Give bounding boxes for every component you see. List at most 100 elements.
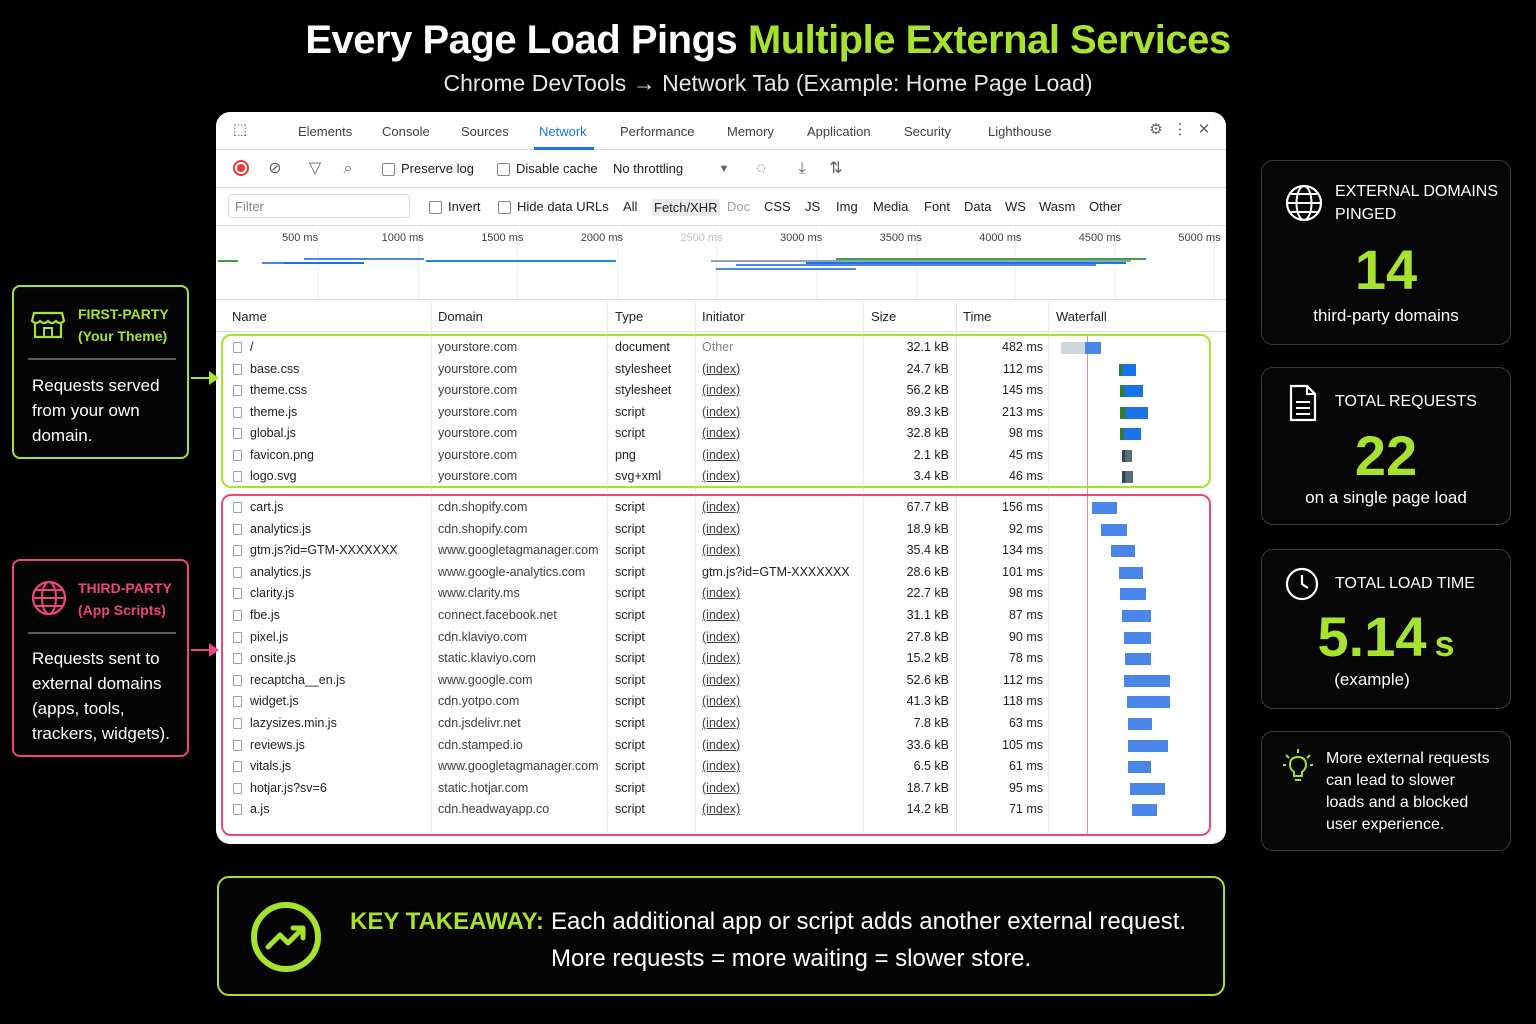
request-row[interactable]: pixel.js cdn.klaviyo.com script (index) 27.8… — [216, 627, 1226, 649]
request-row[interactable]: logo.svg yourstore.com svg+xml (index) 3.4 k… — [216, 466, 1226, 488]
request-row[interactable]: favicon.png yourstore.com png (index) 2.1 kB… — [216, 445, 1226, 467]
filter-type-wasm[interactable]: Wasm — [1039, 199, 1075, 214]
column-type[interactable]: Type — [615, 309, 643, 324]
clear-icon[interactable]: ⊘ — [265, 159, 285, 179]
request-initiator[interactable]: (index) — [702, 608, 740, 622]
request-row[interactable]: clarity.js www.clarity.ms script (index) 22.… — [216, 583, 1226, 605]
record-button[interactable] — [233, 160, 249, 176]
request-row[interactable]: hotjar.js?sv=6 static.hotjar.com script (in… — [216, 778, 1226, 800]
request-row[interactable]: analytics.js www.google-analytics.com scri… — [216, 562, 1226, 584]
request-row[interactable]: theme.js yourstore.com script (index) 89.3 k… — [216, 402, 1226, 424]
request-initiator[interactable]: (index) — [702, 500, 740, 514]
request-row[interactable]: global.js yourstore.com script (index) 32.8 … — [216, 423, 1226, 445]
tab-application[interactable]: Application — [807, 124, 871, 139]
request-row[interactable]: recaptcha__en.js www.google.com script (ind… — [216, 670, 1226, 692]
waterfall-bar — [1123, 631, 1151, 644]
request-row[interactable]: gtm.js?id=GTM-XXXXXXX www.googletagmanage… — [216, 540, 1226, 562]
request-row[interactable]: a.js cdn.headwayapp.co script (index) 14.2 k… — [216, 799, 1226, 821]
request-initiator[interactable]: (index) — [702, 383, 740, 397]
request-initiator[interactable]: (index) — [702, 673, 740, 687]
filter-type-all[interactable]: All — [623, 199, 637, 214]
request-initiator[interactable]: (index) — [702, 469, 740, 483]
inspect-element-icon[interactable]: ⬚ — [230, 120, 250, 140]
request-initiator[interactable]: (index) — [702, 405, 740, 419]
column-waterfall[interactable]: Waterfall — [1056, 309, 1107, 324]
invert-checkbox[interactable] — [429, 201, 442, 214]
filter-input[interactable] — [228, 194, 410, 218]
request-row[interactable]: analytics.js cdn.shopify.com script (index)… — [216, 519, 1226, 541]
tab-console[interactable]: Console — [382, 124, 430, 139]
timeline-tick-label: 4500 ms — [1078, 232, 1121, 244]
throttling-select[interactable]: No throttling — [613, 161, 683, 176]
column-name[interactable]: Name — [232, 309, 267, 324]
request-initiator[interactable]: (index) — [702, 759, 740, 773]
file-icon — [233, 523, 242, 535]
request-initiator[interactable]: (index) — [702, 716, 740, 730]
column-domain[interactable]: Domain — [438, 309, 483, 324]
network-conditions-icon[interactable]: ◌ — [751, 159, 771, 179]
request-initiator[interactable]: (index) — [702, 781, 740, 795]
chevron-down-icon[interactable]: ▼ — [714, 159, 734, 179]
request-initiator[interactable]: (index) — [702, 522, 740, 536]
request-row[interactable]: theme.css yourstore.com stylesheet (index) 5… — [216, 380, 1226, 402]
request-row[interactable]: fbe.js connect.facebook.net script (index) 3… — [216, 605, 1226, 627]
tab-elements[interactable]: Elements — [298, 124, 352, 139]
preserve-log-checkbox[interactable] — [382, 163, 395, 176]
request-initiator[interactable]: (index) — [702, 802, 740, 816]
request-domain: static.hotjar.com — [438, 780, 529, 795]
request-initiator[interactable]: gtm.js?id=GTM-XXXXXXX — [702, 565, 850, 579]
settings-gear-icon[interactable]: ⚙ — [1146, 120, 1166, 140]
request-row[interactable]: onsite.js static.klaviyo.com script (index)… — [216, 648, 1226, 670]
request-initiator[interactable]: (index) — [702, 586, 740, 600]
request-initiator[interactable]: (index) — [702, 362, 740, 376]
request-initiator[interactable]: (index) — [702, 694, 740, 708]
filter-type-font[interactable]: Font — [924, 199, 950, 214]
filter-type-ws[interactable]: WS — [1005, 199, 1026, 214]
first-party-arrow — [191, 371, 219, 385]
filter-type-fetch-xhr[interactable]: Fetch/XHR — [652, 199, 720, 216]
file-icon — [233, 385, 242, 396]
export-har-icon[interactable]: ⇅ — [826, 159, 846, 179]
request-initiator[interactable]: (index) — [702, 426, 740, 440]
request-domain: yourstore.com — [438, 426, 518, 440]
filter-type-media[interactable]: Media — [873, 199, 908, 214]
close-icon[interactable]: ✕ — [1194, 120, 1214, 140]
request-initiator[interactable]: (index) — [702, 448, 740, 462]
more-options-icon[interactable]: ⋮ — [1170, 120, 1190, 140]
filter-type-other[interactable]: Other — [1089, 199, 1122, 214]
tab-security[interactable]: Security — [904, 124, 951, 139]
filter-type-js[interactable]: JS — [805, 199, 820, 214]
request-row[interactable]: vitals.js www.googletagmanager.com script (… — [216, 756, 1226, 778]
request-row[interactable]: cart.js cdn.shopify.com script (index) 67.7 … — [216, 497, 1226, 519]
overview-activity-strip — [284, 262, 364, 264]
search-icon[interactable]: ⌕ — [338, 159, 358, 179]
filter-type-css[interactable]: CSS — [764, 199, 791, 214]
request-initiator[interactable]: (index) — [702, 630, 740, 644]
request-row[interactable]: base.css yourstore.com stylesheet (index) 24… — [216, 359, 1226, 381]
tab-memory[interactable]: Memory — [727, 124, 774, 139]
waterfall-bar — [1128, 718, 1153, 730]
request-row[interactable]: reviews.js cdn.stamped.io script (index) 33.… — [216, 735, 1226, 757]
request-size: 67.7 kB — [906, 500, 949, 514]
request-row[interactable]: lazysizes.min.js cdn.jsdelivr.net script (i… — [216, 713, 1226, 735]
hide-data-urls-checkbox[interactable] — [498, 201, 511, 214]
column-size[interactable]: Size — [871, 309, 896, 324]
request-initiator[interactable]: (index) — [702, 738, 740, 752]
tab-sources[interactable]: Sources — [461, 124, 509, 139]
request-row[interactable]: widget.js cdn.yotpo.com script (index) 41.3 … — [216, 691, 1226, 713]
invert-label: Invert — [448, 199, 481, 214]
filter-type-data[interactable]: Data — [964, 199, 991, 214]
disable-cache-checkbox[interactable] — [497, 163, 510, 176]
filter-type-img[interactable]: Img — [836, 199, 858, 214]
import-har-icon[interactable]: ⤓ — [792, 159, 812, 179]
column-initiator[interactable]: Initiator — [702, 309, 745, 324]
request-initiator[interactable]: (index) — [702, 651, 740, 665]
tab-performance[interactable]: Performance — [620, 124, 694, 139]
request-initiator[interactable]: (index) — [702, 543, 740, 557]
filter-icon[interactable]: ▽ — [305, 159, 325, 179]
filter-type-doc[interactable]: Doc — [727, 199, 750, 214]
request-row[interactable]: / yourstore.com document Other 32.1 kB 482 ms — [216, 337, 1226, 359]
column-time[interactable]: Time — [963, 309, 991, 324]
tab-network[interactable]: Network — [539, 124, 587, 139]
tab-lighthouse[interactable]: Lighthouse — [988, 124, 1052, 139]
